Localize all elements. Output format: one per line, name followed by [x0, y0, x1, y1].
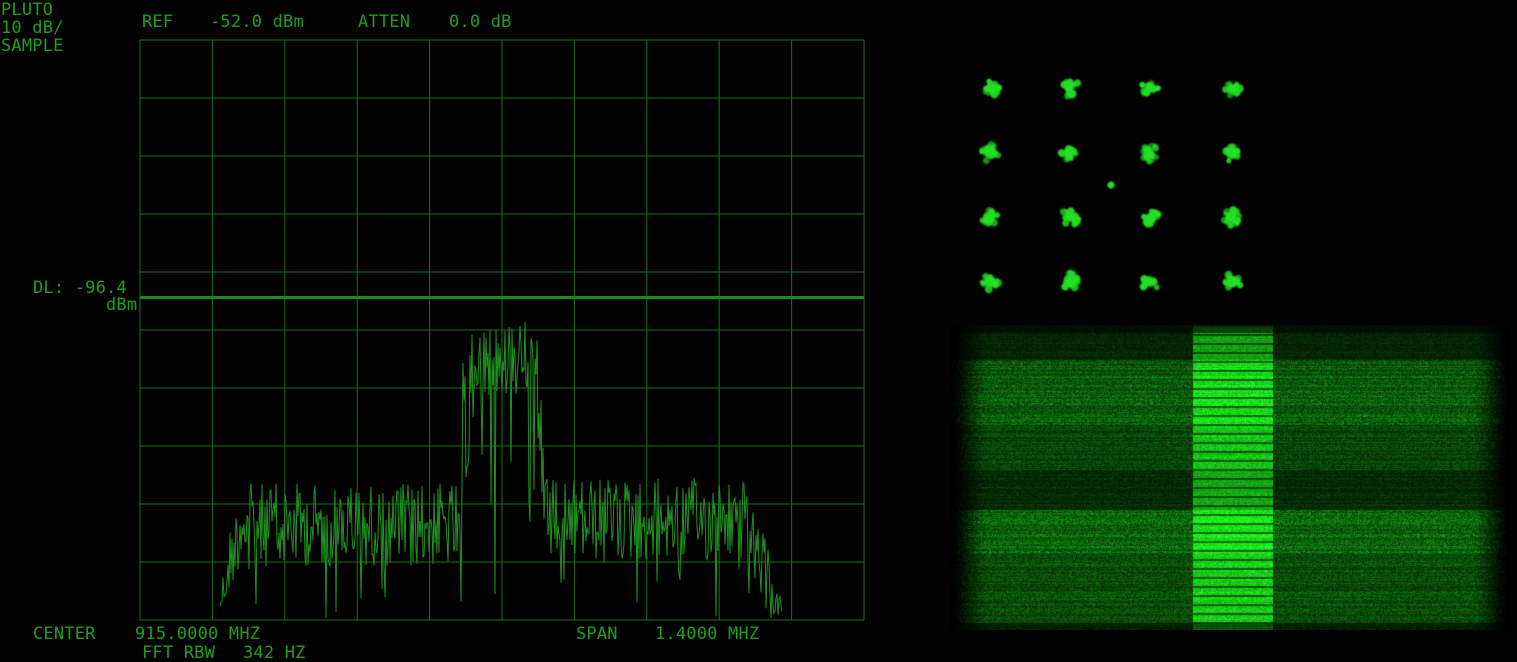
constellation-point	[1227, 214, 1233, 220]
constellation-point	[987, 141, 995, 149]
constellation-point	[1234, 274, 1242, 283]
constellation-point	[989, 277, 996, 283]
constellation-point	[1153, 154, 1160, 160]
constellation-point	[1139, 81, 1146, 88]
constellation-point	[1141, 89, 1148, 97]
constellation-point	[1143, 215, 1151, 223]
constellation-point	[1228, 85, 1235, 92]
constellation-point	[1066, 81, 1073, 88]
constellation-point	[1153, 284, 1160, 291]
center-label: CENTER	[33, 624, 96, 644]
constellation-point	[1152, 144, 1160, 152]
waterfall-display	[950, 325, 1510, 630]
constellation-point	[1063, 155, 1071, 163]
span-value: 1.4000 MHZ	[655, 624, 760, 644]
center-value: 915.0000 MHZ	[135, 624, 261, 644]
constellation-point	[1140, 148, 1147, 155]
constellation-point	[1147, 150, 1155, 158]
constellation-point	[1107, 181, 1115, 189]
constellation-point	[1073, 79, 1082, 87]
constellation-point	[1072, 212, 1078, 219]
constellation-point	[1150, 86, 1157, 92]
constellation-point	[1145, 278, 1154, 287]
constellation-point	[1070, 277, 1077, 285]
constellation-point	[1229, 206, 1238, 214]
constellation-point	[1063, 275, 1071, 283]
constellation-point	[1226, 275, 1233, 281]
constellation-point	[980, 218, 987, 224]
span-label: SPAN	[576, 624, 618, 644]
constellation-point	[1152, 209, 1159, 216]
rbw-label: FFT RBW	[142, 643, 216, 662]
constellation-point	[1065, 148, 1072, 155]
constellation-point	[985, 213, 993, 221]
constellation-point	[1229, 150, 1235, 156]
constellation-point	[986, 152, 993, 159]
rbw-value: 342 HZ	[243, 643, 306, 662]
constellation-point	[1236, 213, 1243, 219]
constellation-point	[1069, 271, 1075, 277]
spectrum-trace	[219, 322, 783, 619]
constellation-point	[1226, 158, 1232, 164]
constellation-display	[979, 78, 1244, 294]
spectrum-display	[139, 39, 865, 621]
constellation-point	[989, 88, 996, 96]
constellation-point	[1066, 87, 1072, 93]
